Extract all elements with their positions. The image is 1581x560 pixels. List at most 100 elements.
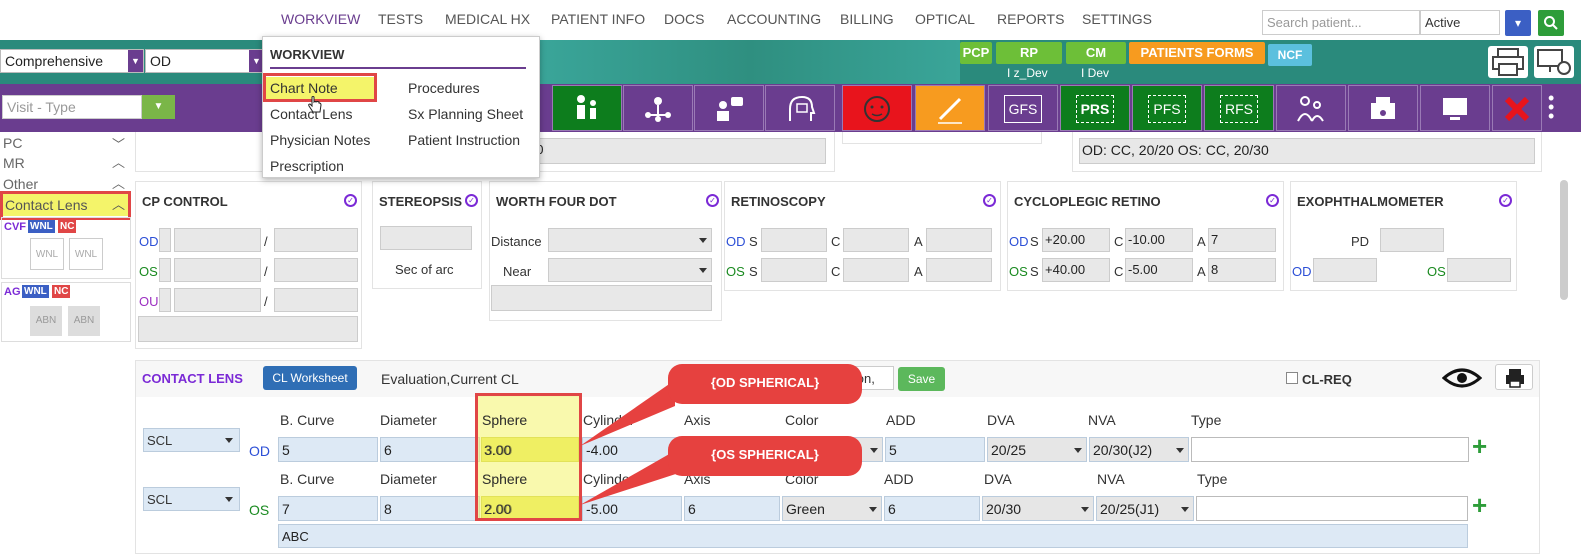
cm-tag[interactable]: CM [1066, 42, 1126, 64]
ret-od-a[interactable] [926, 228, 992, 252]
exam-person-button[interactable] [552, 85, 622, 131]
rp-tag[interactable]: RP [996, 42, 1062, 64]
exam-type-select[interactable]: Comprehensive ▼ [0, 49, 144, 73]
check-circle-icon[interactable]: ✓ [1266, 194, 1279, 207]
cl-req-checkbox[interactable] [1286, 372, 1298, 384]
exo-os-field[interactable] [1447, 258, 1511, 282]
cvf-os-grid[interactable]: WNL [69, 238, 103, 270]
od-type-field[interactable] [1191, 437, 1469, 462]
menu-item-procedures[interactable]: Procedures [408, 80, 480, 96]
eye-icon[interactable] [1442, 366, 1482, 390]
computer-button[interactable] [1420, 85, 1490, 131]
save-button[interactable]: Save [898, 367, 945, 391]
exo-od-field[interactable] [1313, 258, 1377, 282]
cyclo-od-a[interactable]: 7 [1208, 228, 1276, 252]
ret-os-s[interactable] [761, 258, 827, 282]
add-row-plus-icon[interactable]: + [1472, 491, 1487, 519]
cp-os-small[interactable] [159, 258, 171, 282]
scrollbar-thumb[interactable] [1560, 180, 1568, 300]
cyclo-od-s[interactable]: +20.00 [1042, 228, 1110, 252]
gfs-button[interactable]: GFS [988, 85, 1058, 131]
ag-os-grid[interactable]: ABN [68, 306, 100, 336]
od-dva-select[interactable]: 20/25 [987, 437, 1087, 462]
nav-tests[interactable]: TESTS [378, 11, 423, 27]
wnl-button[interactable]: WNL [22, 285, 49, 298]
menu-item-patient-instruction[interactable]: Patient Instruction [408, 132, 520, 148]
cl-worksheet-button[interactable]: CL Worksheet [263, 366, 357, 390]
nav-optical[interactable]: OPTICAL [915, 11, 975, 27]
status-select[interactable]: Active [1420, 10, 1500, 35]
rfs-button[interactable]: RFS [1204, 85, 1274, 131]
check-circle-icon[interactable]: ✓ [1499, 194, 1512, 207]
cp-od-small[interactable] [159, 228, 171, 252]
exo-pd-field[interactable] [1380, 228, 1444, 252]
visit-type-dropdown-button[interactable]: ▼ [142, 95, 175, 119]
cp-ou-field-1[interactable] [174, 288, 261, 312]
pcp-tag[interactable]: PCP [960, 42, 992, 64]
cp-od-field-2[interactable] [274, 228, 358, 252]
status-dropdown-button[interactable]: ▾ [1505, 10, 1531, 36]
menu-item-sx-planning[interactable]: Sx Planning Sheet [408, 106, 523, 122]
nav-medical-hx[interactable]: MEDICAL HX [445, 11, 530, 27]
cp-comment-field[interactable] [138, 316, 358, 342]
sidebar-item-other[interactable]: Other [3, 176, 38, 192]
distance-select[interactable] [548, 228, 712, 252]
education-button[interactable] [765, 85, 835, 131]
cl-print-button[interactable] [1495, 364, 1533, 390]
search-button[interactable] [1538, 10, 1564, 36]
wnl-button[interactable]: WNL [28, 220, 55, 233]
add-row-plus-icon[interactable]: + [1472, 432, 1487, 460]
menu-item-prescription[interactable]: Prescription [270, 158, 344, 174]
od-bcurve-field[interactable]: 5 [278, 437, 378, 462]
surgery-button[interactable] [915, 85, 985, 131]
cyclo-od-c[interactable]: -10.00 [1125, 228, 1193, 252]
os-type-field[interactable] [1196, 496, 1468, 521]
cyclo-os-a[interactable]: 8 [1208, 258, 1276, 282]
search-patient-input[interactable]: Search patient... [1262, 10, 1420, 35]
nav-workview[interactable]: WORKVIEW [281, 11, 360, 27]
menu-item-physician-notes[interactable]: Physician Notes [270, 132, 370, 148]
sidebar-item-mr[interactable]: MR [3, 155, 25, 171]
nav-patient-info[interactable]: PATIENT INFO [551, 11, 645, 27]
nav-accounting[interactable]: ACCOUNTING [727, 11, 821, 27]
prior-note-field[interactable]: 30 [526, 138, 826, 164]
check-circle-icon[interactable]: ✓ [983, 194, 996, 207]
near-select[interactable] [548, 258, 712, 282]
nc-button[interactable]: NC [58, 220, 77, 233]
od-add-field[interactable]: 5 [885, 437, 985, 462]
network-button[interactable] [623, 85, 693, 131]
ret-od-s[interactable] [761, 228, 827, 252]
os-diameter-field[interactable]: 8 [380, 496, 480, 521]
check-circle-icon[interactable]: ✓ [465, 194, 478, 207]
cp-ou-field-2[interactable] [274, 288, 358, 312]
cvf-od-grid[interactable]: WNL [30, 238, 64, 270]
nav-settings[interactable]: SETTINGS [1082, 11, 1152, 27]
ag-od-grid[interactable]: ABN [30, 306, 62, 336]
check-circle-icon[interactable]: ✓ [344, 194, 357, 207]
os-nva-select[interactable]: 20/25(J1) [1096, 496, 1194, 521]
fax-button[interactable] [1348, 85, 1418, 131]
cyclo-os-s[interactable]: +40.00 [1042, 258, 1110, 282]
vision-note-field[interactable]: OD: CC, 20/20 OS: CC, 20/30 [1079, 138, 1535, 164]
cp-ou-small[interactable] [159, 288, 171, 312]
face-button[interactable] [842, 85, 912, 131]
stereopsis-field[interactable] [380, 226, 472, 250]
nav-docs[interactable]: DOCS [664, 11, 704, 27]
visit-type-select[interactable]: Visit - Type [2, 95, 142, 119]
os-dva-select[interactable]: 20/30 [982, 496, 1094, 521]
printer-button[interactable] [1488, 46, 1528, 78]
os-add-field[interactable]: 6 [884, 496, 980, 521]
worth-comment-field[interactable] [491, 285, 712, 311]
nav-billing[interactable]: BILLING [840, 11, 894, 27]
os-lens-type-select[interactable]: SCL [143, 487, 240, 511]
ret-os-a[interactable] [926, 258, 992, 282]
cp-os-field-2[interactable] [274, 258, 358, 282]
cyclo-os-c[interactable]: -5.00 [1125, 258, 1193, 282]
nav-reports[interactable]: REPORTS [997, 11, 1064, 27]
chevron-up-icon[interactable]: ︿ [112, 173, 125, 192]
od-lens-type-select[interactable]: SCL [143, 428, 240, 452]
od-nva-select[interactable]: 20/30(J2) [1089, 437, 1189, 462]
nc-button[interactable]: NC [52, 285, 71, 298]
cp-os-field-1[interactable] [174, 258, 261, 282]
sidebar-item-pc[interactable]: PC [3, 135, 22, 151]
